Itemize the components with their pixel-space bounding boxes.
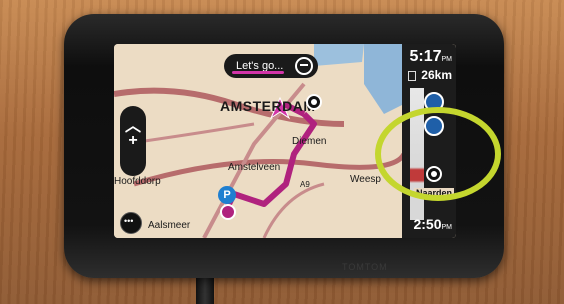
arrival-time: 5:17PM xyxy=(409,48,452,66)
highlight-ellipse xyxy=(375,107,501,201)
arrival-time-suffix: PM xyxy=(441,56,453,63)
zoom-in-icon[interactable]: + xyxy=(120,132,146,150)
place-label-amstelveen: Amstelveen xyxy=(228,162,281,173)
destination-flag-icon[interactable] xyxy=(306,94,322,110)
progress-bar xyxy=(232,71,284,74)
current-time-suffix: PM xyxy=(441,224,453,231)
brand-mark: TOMTOM xyxy=(342,262,388,272)
place-label-aalsmeer: Aalsmeer xyxy=(148,220,191,231)
place-label-diemen: Diemen xyxy=(292,136,327,147)
city-label: AMSTERDAM xyxy=(220,98,316,114)
road-label-a9: A9 xyxy=(300,180,310,189)
highlight-circle xyxy=(375,107,501,201)
steering-wheel-icon[interactable] xyxy=(295,57,313,75)
flag-icon xyxy=(408,71,416,81)
current-time-value: 2:50 xyxy=(413,216,442,232)
menu-button[interactable] xyxy=(120,212,142,234)
waypoint-icon[interactable] xyxy=(220,204,236,220)
place-label-hoofddorp: Hoofddorp xyxy=(114,176,161,187)
zoom-control[interactable]: ︿ + xyxy=(120,106,146,176)
remaining-distance: 26km xyxy=(421,68,452,82)
current-time: 2:50PM xyxy=(413,216,452,232)
arrival-time-value: 5:17 xyxy=(409,48,442,65)
lets-go-banner[interactable]: Let's go... xyxy=(224,54,318,78)
parking-icon[interactable]: P xyxy=(218,186,236,204)
